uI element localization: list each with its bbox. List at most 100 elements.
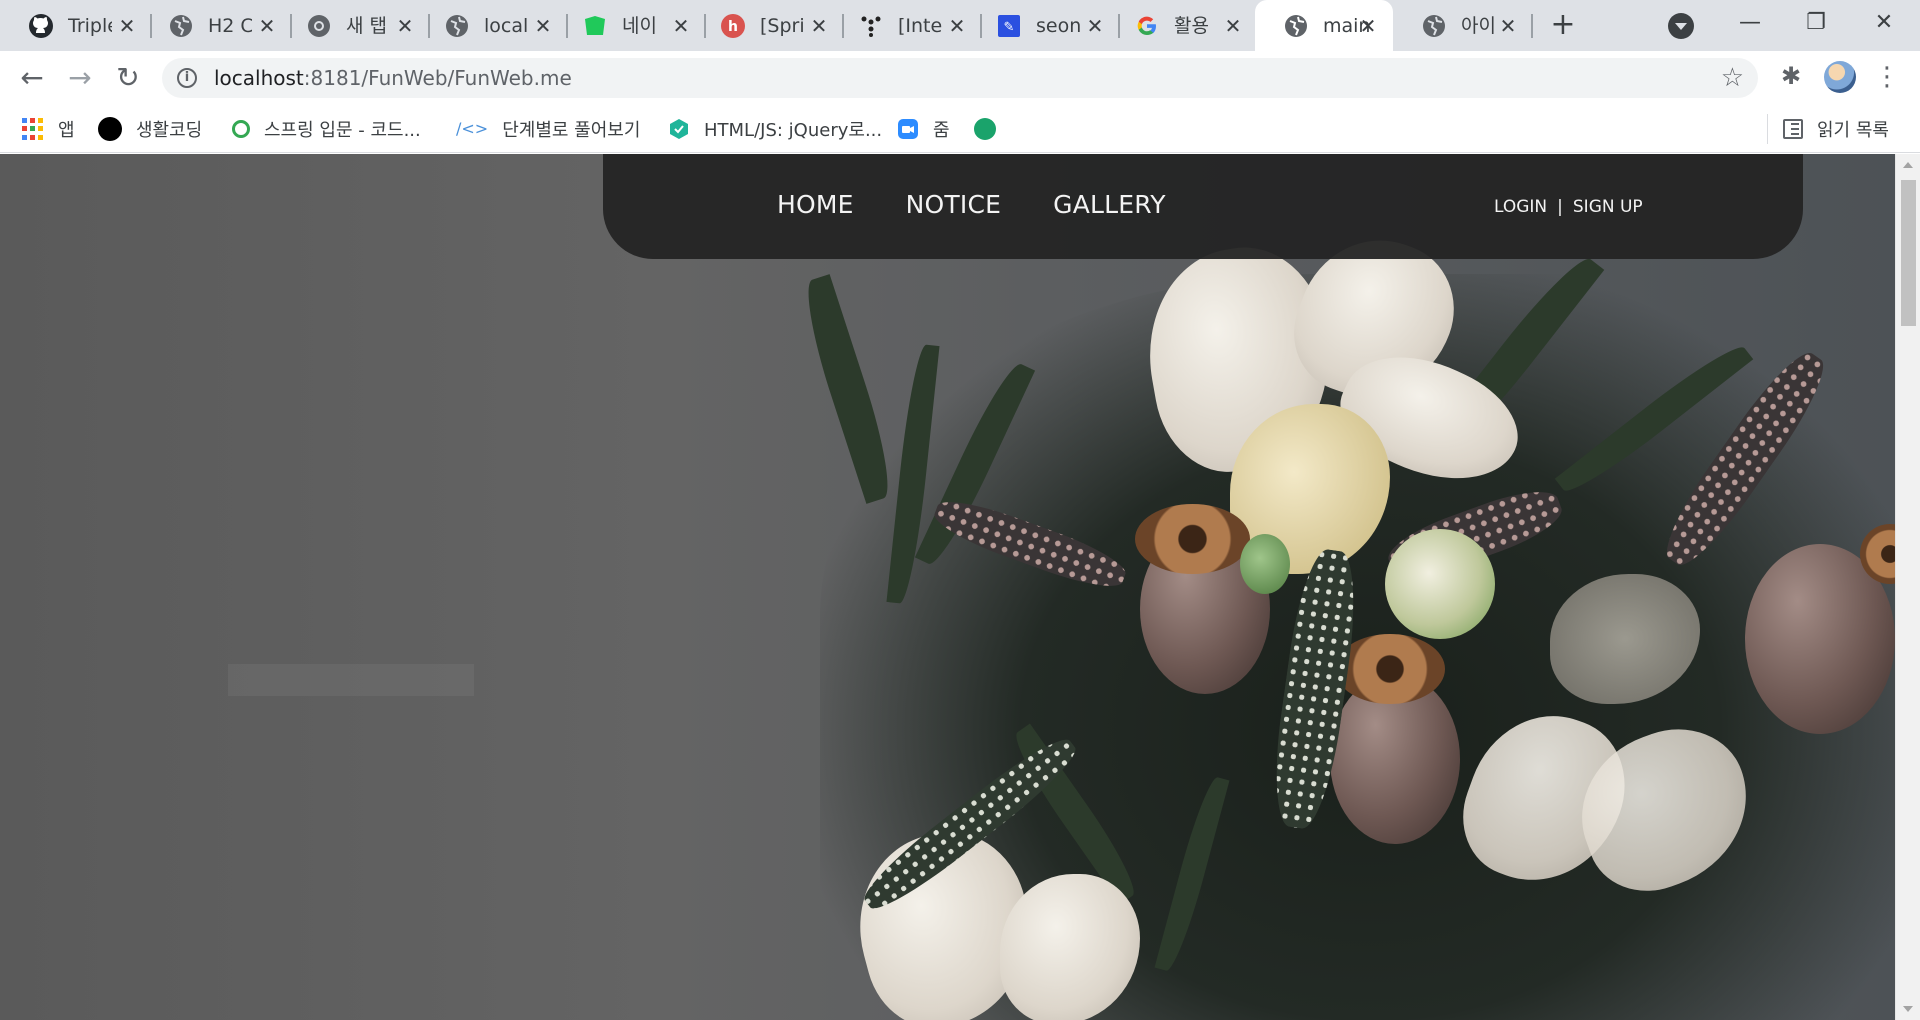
svg-text:h: h <box>728 19 738 35</box>
tab-h2[interactable]: H2 C ✕ <box>140 0 292 51</box>
close-icon[interactable]: ✕ <box>1357 15 1379 37</box>
scroll-down-icon[interactable] <box>1903 1006 1913 1012</box>
circle-icon <box>98 117 122 141</box>
scroll-up-icon[interactable] <box>1903 162 1913 168</box>
close-icon[interactable]: ✕ <box>256 15 278 37</box>
close-icon[interactable]: ✕ <box>1084 15 1106 37</box>
minimize-icon[interactable]: — <box>1730 5 1770 41</box>
apps-icon <box>22 118 44 140</box>
reading-list-icon <box>1783 119 1803 139</box>
globe-icon <box>170 15 192 37</box>
bookmark-label: HTML/JS: jQuery로... <box>704 120 883 141</box>
bookmark-spring-intro[interactable]: 스프링 입문 - 코드... <box>232 113 421 145</box>
tab-title: [Spri <box>760 15 804 37</box>
close-icon[interactable]: ✕ <box>808 15 830 37</box>
tab-triple[interactable]: Triple ✕ <box>0 0 152 51</box>
tab-seon[interactable]: ✎ seon ✕ <box>968 0 1120 51</box>
site-info-icon[interactable]: i <box>177 68 197 88</box>
google-icon <box>1137 16 1156 36</box>
restore-icon[interactable]: ❐ <box>1796 5 1836 41</box>
blog-icon: ✎ <box>998 15 1020 37</box>
tab-title: 활용 <box>1174 15 1209 37</box>
page-viewport <box>0 154 1895 1020</box>
globe-icon <box>1423 15 1445 37</box>
code-icon: /<> <box>456 119 489 138</box>
address-bar[interactable]: i localhost:8181/FunWeb/FunWeb.me ☆ <box>162 58 1758 98</box>
auth-divider: | <box>1557 197 1563 217</box>
page-scrollbar[interactable] <box>1895 154 1920 1020</box>
tab-title: 새 탭 <box>346 15 387 37</box>
main-nav: HOME NOTICE GALLERY <box>777 190 1166 219</box>
bookmark-label: 스프링 입문 - 코드... <box>264 120 421 141</box>
site-header: HOME NOTICE GALLERY LOGIN | SIGN UP <box>603 154 1803 259</box>
chrome-icon <box>308 15 330 37</box>
close-icon[interactable]: ✕ <box>1497 15 1519 37</box>
tab-spring[interactable]: h [Spri ✕ <box>692 0 844 51</box>
bookmark-apps[interactable]: 앱 <box>22 113 75 145</box>
dots-icon <box>861 16 881 37</box>
bookmark-jquery[interactable]: HTML/JS: jQuery로... <box>668 113 882 145</box>
reading-list-label: 읽기 목록 <box>1817 120 1889 141</box>
auth-links: LOGIN | SIGN UP <box>1494 197 1643 217</box>
signup-link[interactable]: SIGN UP <box>1573 197 1643 217</box>
browser-menu-icon[interactable]: ⋮ <box>1872 60 1902 94</box>
close-icon[interactable]: ✕ <box>1222 15 1244 37</box>
tab-separator <box>1531 14 1533 38</box>
close-window-icon[interactable]: ✕ <box>1864 5 1904 41</box>
extensions-puzzle-icon[interactable]: ✱ <box>1776 61 1806 91</box>
bookmarks-divider <box>1767 114 1768 144</box>
bookmark-zoom[interactable]: 줌 <box>897 113 950 145</box>
tab-title: 네이 <box>622 15 657 37</box>
green-icon <box>974 118 996 140</box>
faded-overlay-box <box>228 664 474 696</box>
bookmark-label: 줌 <box>933 120 950 141</box>
flower-background-image <box>0 154 1895 1020</box>
bookmark-green[interactable] <box>974 113 1010 145</box>
bookmark-star-icon[interactable]: ☆ <box>1721 64 1744 92</box>
tab-new-tab[interactable]: 새 탭 ✕ <box>278 0 430 51</box>
new-tab-button[interactable]: + <box>1547 10 1579 42</box>
tab-title: seon <box>1036 15 1080 37</box>
tab-main[interactable]: main ✕ <box>1255 0 1393 51</box>
nav-gallery-link[interactable]: GALLERY <box>1053 190 1166 219</box>
github-icon <box>29 14 53 38</box>
url-path: :8181/FunWeb/FunWeb.me <box>303 66 572 90</box>
tab-title: H2 C <box>208 15 252 37</box>
inflearn-icon <box>232 120 250 138</box>
tab-title: Triple <box>68 15 112 37</box>
tab-search-icon[interactable] <box>1668 13 1694 39</box>
close-icon[interactable]: ✕ <box>116 15 138 37</box>
nav-notice-link[interactable]: NOTICE <box>906 190 1001 219</box>
nav-home-link[interactable]: HOME <box>777 190 854 219</box>
naver-icon <box>585 16 605 35</box>
url-host: localhost <box>214 66 304 90</box>
tab-title: [Inte <box>898 15 942 37</box>
bookmark-step-by-step[interactable]: /<> 단계별로 풀어보기 <box>456 113 640 145</box>
login-link[interactable]: LOGIN <box>1494 197 1547 217</box>
close-icon[interactable]: ✕ <box>394 15 416 37</box>
reload-icon[interactable]: ↻ <box>110 60 146 96</box>
tab-google[interactable]: 활용 ✕ <box>1106 0 1258 51</box>
zoom-icon <box>898 119 918 139</box>
forward-icon[interactable]: → <box>62 60 98 96</box>
scroll-thumb[interactable] <box>1901 180 1916 326</box>
tab-ai[interactable]: 아이 ✕ <box>1393 0 1533 51</box>
tab-naver[interactable]: 네이 ✕ <box>554 0 706 51</box>
tab-local[interactable]: local ✕ <box>416 0 568 51</box>
globe-icon <box>446 15 468 37</box>
svg-text:✎: ✎ <box>1004 20 1015 35</box>
url-text[interactable]: localhost:8181/FunWeb/FunWeb.me <box>214 66 572 90</box>
close-icon[interactable]: ✕ <box>670 15 692 37</box>
tab-intellij[interactable]: [Inte ✕ <box>830 0 982 51</box>
tab-title: local <box>484 15 528 37</box>
browser-toolbar: ← → ↻ i localhost:8181/FunWeb/FunWeb.me … <box>0 51 1920 105</box>
close-icon[interactable]: ✕ <box>532 15 554 37</box>
bookmark-opentutorials[interactable]: 생활코딩 <box>98 113 202 145</box>
profile-avatar[interactable] <box>1824 61 1856 93</box>
back-icon[interactable]: ← <box>14 60 50 96</box>
hex-icon <box>670 119 688 139</box>
close-icon[interactable]: ✕ <box>946 15 968 37</box>
bookmark-label: 앱 <box>58 120 75 141</box>
globe-icon <box>1285 15 1307 37</box>
reading-list-button[interactable]: 읽기 목록 <box>1783 113 1889 145</box>
